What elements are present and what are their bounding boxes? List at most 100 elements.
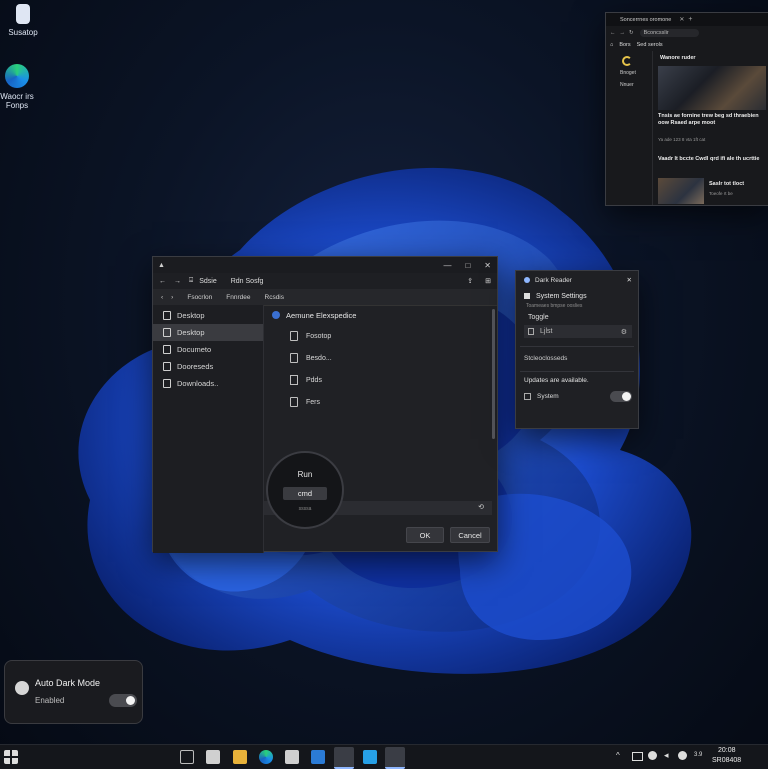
file-item[interactable]: Pdds: [264, 369, 497, 391]
gear-icon[interactable]: ⚙: [621, 328, 627, 336]
browser-toolbar-item[interactable]: Sed serols: [637, 42, 663, 48]
close-icon[interactable]: ✕: [627, 276, 632, 284]
files-icon[interactable]: [285, 750, 299, 764]
run-label: Run: [297, 470, 313, 479]
system-toggle[interactable]: [610, 390, 632, 402]
toggle-knob: [126, 696, 135, 705]
settings-title: System Settings: [536, 292, 587, 300]
hero-title: Wanore ruder: [660, 55, 696, 61]
breadcrumb-item[interactable]: Fnnrdee: [226, 294, 250, 301]
taskbar: ^ ◂ 3.9 20:08 SR08408: [0, 744, 768, 769]
new-tab-icon[interactable]: +: [688, 16, 692, 23]
browser-sidebar-item[interactable]: Bnoget: [620, 70, 652, 76]
auto-dark-status: Enabled: [35, 696, 65, 705]
scrollbar[interactable]: [492, 309, 495, 439]
explorer-command-bar: ← → ⌹ Sdsie Rdn Sosfg ⇪ ⊞: [153, 273, 497, 289]
sidebar-item-downloads[interactable]: Downloads..: [153, 375, 263, 392]
store-icon[interactable]: [206, 750, 220, 764]
chevron-up-icon[interactable]: ^: [616, 751, 620, 760]
news-card-title[interactable]: Saslr tot tloct: [709, 181, 744, 187]
file-icon: [163, 362, 171, 371]
volume-icon[interactable]: ◂: [664, 750, 669, 761]
reload-icon[interactable]: ↻: [629, 30, 634, 36]
forward-icon[interactable]: →: [620, 30, 626, 36]
network-icon[interactable]: [648, 751, 657, 760]
auto-dark-toggle[interactable]: [109, 694, 137, 707]
tray-number: 3.9: [694, 752, 703, 758]
clock-date[interactable]: SR08408: [712, 757, 741, 764]
sidebar-item-downloads-alt[interactable]: Dooreseds: [153, 358, 263, 375]
ok-button[interactable]: OK: [406, 527, 444, 543]
sidebar-item-desktop-selected[interactable]: Desktop: [153, 324, 263, 341]
section-title: Aemune Elexspedice: [286, 310, 357, 320]
start-icon[interactable]: [4, 750, 18, 764]
back-icon[interactable]: ‹: [161, 294, 163, 301]
file-item[interactable]: Fers: [264, 391, 497, 413]
active-app-icon[interactable]: [385, 747, 405, 769]
settings-row[interactable]: System Settings: [516, 289, 638, 303]
desktop-icon-susatop[interactable]: Susatop: [0, 4, 58, 37]
browser-sidebar: Bnoget Nnuer: [606, 51, 653, 205]
dark-reader-panel[interactable]: Dark Reader ✕ System Settings Toameaes b…: [515, 270, 639, 429]
sidebar-item-label: Documeto: [177, 345, 212, 354]
battery-icon[interactable]: [678, 751, 687, 760]
browser-tab[interactable]: Soncerrnes oromone: [606, 17, 671, 23]
folder-icon: [290, 375, 298, 385]
breadcrumb-item[interactable]: Rcsdis: [265, 294, 285, 301]
file-label: Fosotop: [306, 332, 332, 340]
desktop-icon-edge[interactable]: Waocr irs Fonps: [0, 64, 52, 110]
breadcrumb-item[interactable]: Fsocrlon: [187, 294, 212, 301]
window-maximize-icon[interactable]: □: [465, 261, 470, 270]
file-explorer-window[interactable]: ▲ — □ ✕ ← → ⌹ Sdsie Rdn Sosfg ⇪ ⊞ ‹ › Fs…: [152, 256, 498, 553]
display-icon[interactable]: [632, 752, 643, 761]
site-logo-icon: [622, 56, 632, 66]
hero-image[interactable]: [658, 66, 766, 110]
view-icon[interactable]: ⌹: [189, 277, 193, 285]
address-bar[interactable]: Bconcsslir: [639, 28, 699, 37]
clock-time[interactable]: 20:08: [718, 747, 736, 754]
nav-item[interactable]: Sdsie: [199, 278, 217, 285]
file-label: Besdo...: [306, 354, 332, 362]
explorer-sidebar: Desktop Desktop Documeto Dooreseds Downl…: [153, 305, 264, 553]
vscode-icon[interactable]: [363, 750, 377, 764]
edge-icon[interactable]: [259, 750, 273, 764]
file-item[interactable]: Besdo...: [264, 347, 497, 369]
forward-icon[interactable]: →: [174, 278, 181, 285]
sidebar-item-documents[interactable]: Documeto: [153, 341, 263, 358]
app-icon[interactable]: [311, 750, 325, 764]
cancel-button[interactable]: Cancel: [450, 527, 490, 543]
browser-toolbar: ⌂ Bors Sed serols: [606, 39, 768, 51]
desktop-icon-label: Susatop: [8, 28, 38, 37]
back-icon[interactable]: ←: [610, 30, 616, 36]
system-label: System: [537, 392, 559, 400]
headline-1[interactable]: Tnsis ae fornine trew beg sd thraebien o…: [658, 113, 766, 127]
auto-dark-card[interactable]: Auto Dark Mode Enabled: [4, 660, 143, 724]
browser-window[interactable]: Soncerrnes oromone ✕ + ← → ↻ Bconcsslir …: [605, 12, 768, 206]
system-icon: [524, 392, 531, 400]
grid-view-icon[interactable]: ⊞: [485, 277, 491, 285]
browser-sidebar-item[interactable]: Nnuer: [620, 82, 652, 88]
folder-icon: [272, 311, 280, 319]
run-dialog[interactable]: Run cmd ssssa: [266, 451, 344, 529]
file-item[interactable]: Fosotop: [264, 325, 497, 347]
desktop-icon-label: Waocr irs: [0, 92, 34, 101]
share-icon[interactable]: ⇪: [467, 277, 473, 285]
refresh-icon[interactable]: ⟲: [478, 503, 484, 511]
run-input[interactable]: cmd: [283, 487, 327, 500]
headline-2[interactable]: Vaadr lt bccte Cwdl qrd ifi ale th ucrtt…: [658, 156, 766, 163]
active-app-icon[interactable]: [334, 747, 354, 769]
forward-icon[interactable]: ›: [171, 294, 173, 301]
sidebar-item-desktop[interactable]: Desktop: [153, 307, 263, 324]
system-row[interactable]: System: [516, 389, 638, 403]
news-card-image[interactable]: [658, 178, 704, 204]
folder-icon[interactable]: [233, 750, 247, 764]
list-input[interactable]: Ljlst ⚙: [524, 325, 632, 338]
back-icon[interactable]: ←: [159, 278, 166, 285]
tab-close-icon[interactable]: ✕: [679, 16, 684, 23]
home-icon[interactable]: ⌂: [610, 42, 613, 48]
toggle-knob: [622, 391, 631, 401]
window-close-icon[interactable]: ✕: [484, 261, 491, 270]
task-view-icon[interactable]: [180, 750, 194, 764]
browser-toolbar-item[interactable]: Bors: [619, 42, 630, 48]
window-minimize-icon[interactable]: —: [443, 261, 451, 270]
